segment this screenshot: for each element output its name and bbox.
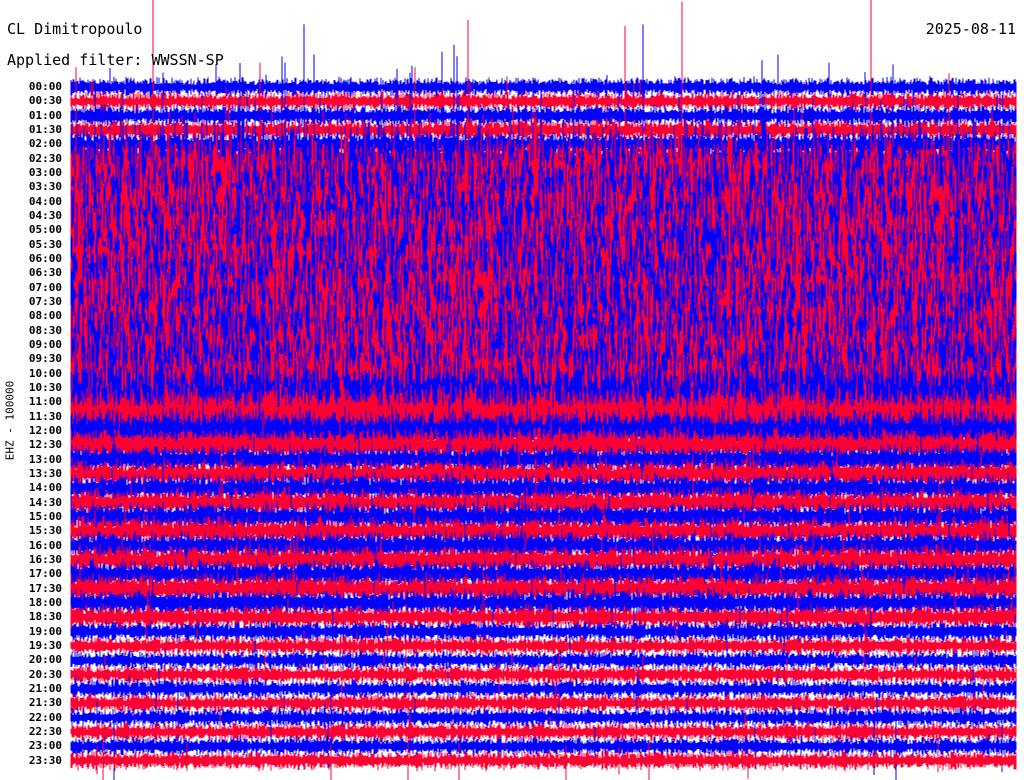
filter-label: Applied filter: WWSSN-SP: [7, 51, 224, 69]
helicorder-plot: [70, 0, 1017, 780]
